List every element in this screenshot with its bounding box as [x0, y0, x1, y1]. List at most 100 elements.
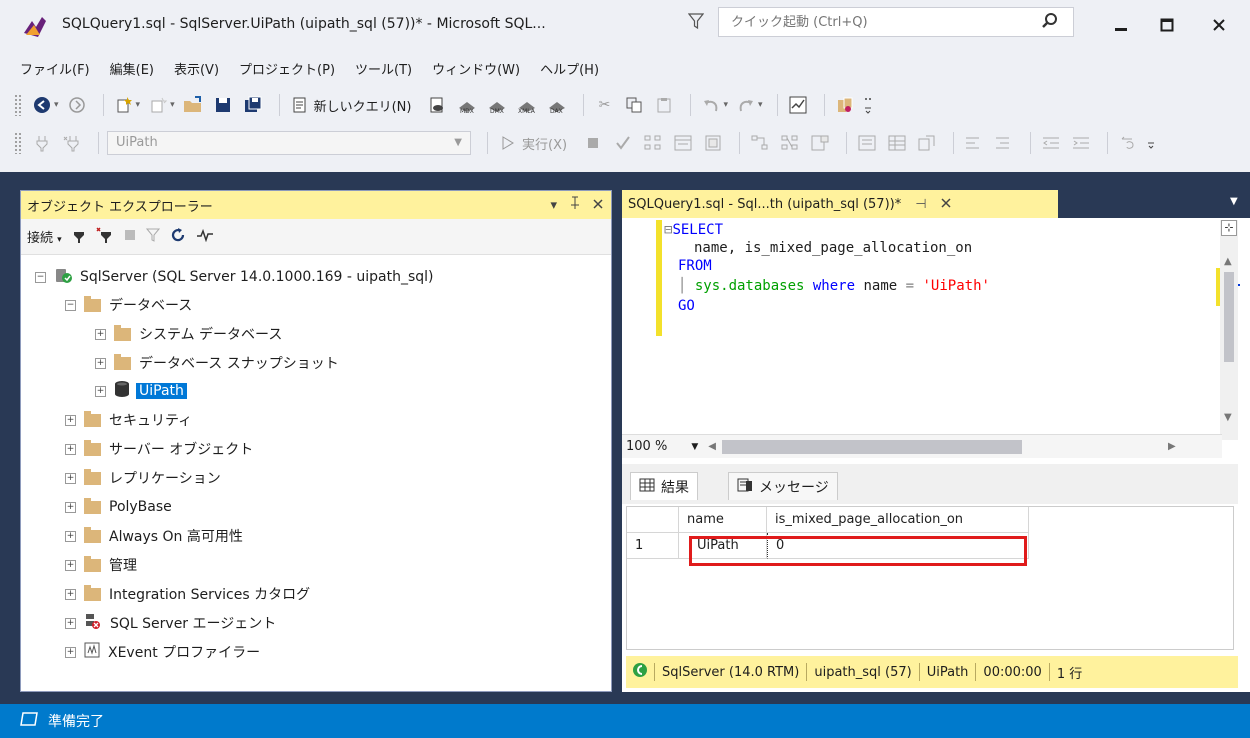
- connect-icon[interactable]: [30, 131, 54, 155]
- tree-node-always-on[interactable]: + Always On 高可用性: [65, 524, 243, 548]
- results-to-file-icon[interactable]: [915, 131, 939, 155]
- expand-icon[interactable]: +: [95, 385, 106, 397]
- estimated-plan-icon[interactable]: [641, 131, 665, 155]
- column-header-is-mixed-page-allocation-on[interactable]: is_mixed_page_allocation_on: [767, 507, 1029, 533]
- increase-indent-icon[interactable]: [1069, 131, 1093, 155]
- expand-icon[interactable]: +: [65, 588, 76, 600]
- tab-messages[interactable]: メッセージ: [728, 472, 838, 500]
- uncomment-lines-icon[interactable]: [992, 131, 1016, 155]
- filter-icon[interactable]: [687, 12, 705, 35]
- scroll-left-icon[interactable]: ◀: [708, 441, 716, 452]
- expand-icon[interactable]: +: [65, 646, 76, 658]
- auto-hide-pin-icon[interactable]: [569, 196, 581, 214]
- expand-icon[interactable]: +: [65, 414, 76, 426]
- cut-icon[interactable]: ✂: [592, 93, 616, 117]
- tree-node-security[interactable]: + セキュリティ: [65, 408, 192, 432]
- connect-button[interactable]: 接続 ▾: [27, 227, 62, 246]
- available-databases-select[interactable]: UiPath ▼: [107, 131, 471, 155]
- zoom-dropdown-icon[interactable]: ▼: [691, 442, 698, 452]
- tree-node-polybase[interactable]: + PolyBase: [65, 495, 172, 519]
- parse-icon[interactable]: [611, 131, 635, 155]
- back-dropdown-icon[interactable]: ▾: [54, 100, 59, 110]
- tree-node-system-databases[interactable]: + システム データベース: [95, 322, 282, 346]
- tab-results[interactable]: 結果: [630, 472, 698, 500]
- toolbar-overflow-icon[interactable]: [1146, 131, 1156, 155]
- expand-icon[interactable]: +: [65, 443, 76, 455]
- scroll-right-icon[interactable]: ▶: [1168, 441, 1176, 452]
- menu-file[interactable]: ファイル(F): [0, 58, 100, 84]
- filter-icon[interactable]: [145, 228, 160, 246]
- tree-node-server-objects[interactable]: + サーバー オブジェクト: [65, 437, 253, 461]
- decrease-indent-icon[interactable]: [1039, 131, 1063, 155]
- minimize-icon[interactable]: [1106, 12, 1136, 38]
- zoom-level[interactable]: 100 %: [626, 439, 667, 454]
- results-to-text-icon[interactable]: [855, 131, 879, 155]
- tab-overflow-dropdown-icon[interactable]: ▼: [1230, 196, 1238, 207]
- client-statistics-icon[interactable]: [808, 131, 832, 155]
- tab-sqlquery1[interactable]: SQLQuery1.sql - Sql...th (uipath_sql (57…: [622, 190, 1058, 218]
- add-item-dropdown-icon[interactable]: ▾: [170, 100, 175, 110]
- horizontal-scroll-thumb[interactable]: [721, 439, 1022, 454]
- editor-vertical-scrollbar[interactable]: ⊹ ▲ ▼: [1220, 220, 1238, 440]
- close-icon[interactable]: [1204, 12, 1234, 38]
- tree-node-uipath-db[interactable]: + UiPath: [95, 379, 187, 403]
- disconnect-icon[interactable]: [96, 226, 114, 248]
- change-connection-icon[interactable]: [60, 131, 84, 155]
- new-query-button[interactable]: 新しいクエリ(N): [314, 96, 412, 115]
- xmla-query-icon[interactable]: XMLA: [515, 93, 539, 117]
- grid-corner[interactable]: [627, 507, 679, 533]
- back-icon[interactable]: [30, 93, 54, 117]
- tree-node-server[interactable]: − SqlServer (SQL Server 14.0.1000.169 - …: [35, 265, 434, 289]
- connect-icon[interactable]: [72, 226, 86, 248]
- add-item-icon[interactable]: [146, 93, 170, 117]
- quick-launch-box[interactable]: [718, 7, 1074, 37]
- open-folder-icon[interactable]: [181, 93, 205, 117]
- forward-icon[interactable]: [65, 93, 89, 117]
- database-engine-query-icon[interactable]: [425, 93, 449, 117]
- comment-lines-icon[interactable]: [962, 131, 986, 155]
- close-tab-icon[interactable]: [941, 197, 951, 212]
- menu-tools[interactable]: ツール(T): [345, 58, 422, 84]
- scroll-down-icon[interactable]: ▼: [1224, 412, 1232, 423]
- window-position-dropdown-icon[interactable]: ▾: [550, 198, 557, 213]
- execute-icon[interactable]: [496, 131, 520, 155]
- new-query-icon[interactable]: [288, 93, 312, 117]
- include-actual-plan-icon[interactable]: [748, 131, 772, 155]
- tree-node-integration-services[interactable]: + Integration Services カタログ: [65, 582, 310, 606]
- save-all-icon[interactable]: [241, 93, 265, 117]
- stop-icon[interactable]: [124, 229, 136, 245]
- redo-dropdown-icon[interactable]: ▾: [758, 100, 763, 110]
- expand-icon[interactable]: +: [65, 617, 76, 629]
- column-header-name[interactable]: name: [679, 507, 767, 533]
- output-window-icon[interactable]: [20, 712, 38, 730]
- tree-node-sql-agent[interactable]: + SQL Server エージェント: [65, 611, 276, 635]
- new-project-dropdown-icon[interactable]: ▾: [136, 100, 141, 110]
- menu-edit[interactable]: 編集(E): [100, 58, 164, 84]
- scroll-up-icon[interactable]: ▲: [1224, 256, 1232, 267]
- collapse-icon[interactable]: −: [65, 299, 76, 311]
- maximize-icon[interactable]: [1152, 12, 1182, 38]
- quick-launch-input[interactable]: [719, 8, 1029, 36]
- tree-node-databases[interactable]: − データベース: [65, 293, 192, 317]
- menu-window[interactable]: ウィンドウ(W): [422, 58, 530, 84]
- execute-button[interactable]: 実行(X): [522, 134, 567, 153]
- tree-node-management[interactable]: + 管理: [65, 553, 137, 577]
- undo-icon[interactable]: [699, 93, 723, 117]
- results-to-grid-icon[interactable]: [885, 131, 909, 155]
- menu-view[interactable]: 表示(V): [164, 58, 229, 84]
- expand-icon[interactable]: +: [95, 328, 106, 340]
- activity-monitor-icon[interactable]: [196, 228, 214, 246]
- dmx-query-icon[interactable]: DMX: [485, 93, 509, 117]
- paste-icon[interactable]: [652, 93, 676, 117]
- intellisense-icon[interactable]: [701, 131, 725, 155]
- redo-icon[interactable]: [734, 93, 758, 117]
- expand-icon[interactable]: +: [65, 559, 76, 571]
- menu-project[interactable]: プロジェクト(P): [229, 58, 345, 84]
- live-query-stats-icon[interactable]: [778, 131, 802, 155]
- tree-node-replication[interactable]: + レプリケーション: [65, 466, 221, 490]
- cancel-query-icon[interactable]: [581, 131, 605, 155]
- new-project-icon[interactable]: [112, 93, 136, 117]
- undo-dropdown-icon[interactable]: ▾: [723, 100, 728, 110]
- mdx-query-icon[interactable]: MDX: [455, 93, 479, 117]
- toolbar-grip[interactable]: [14, 132, 22, 154]
